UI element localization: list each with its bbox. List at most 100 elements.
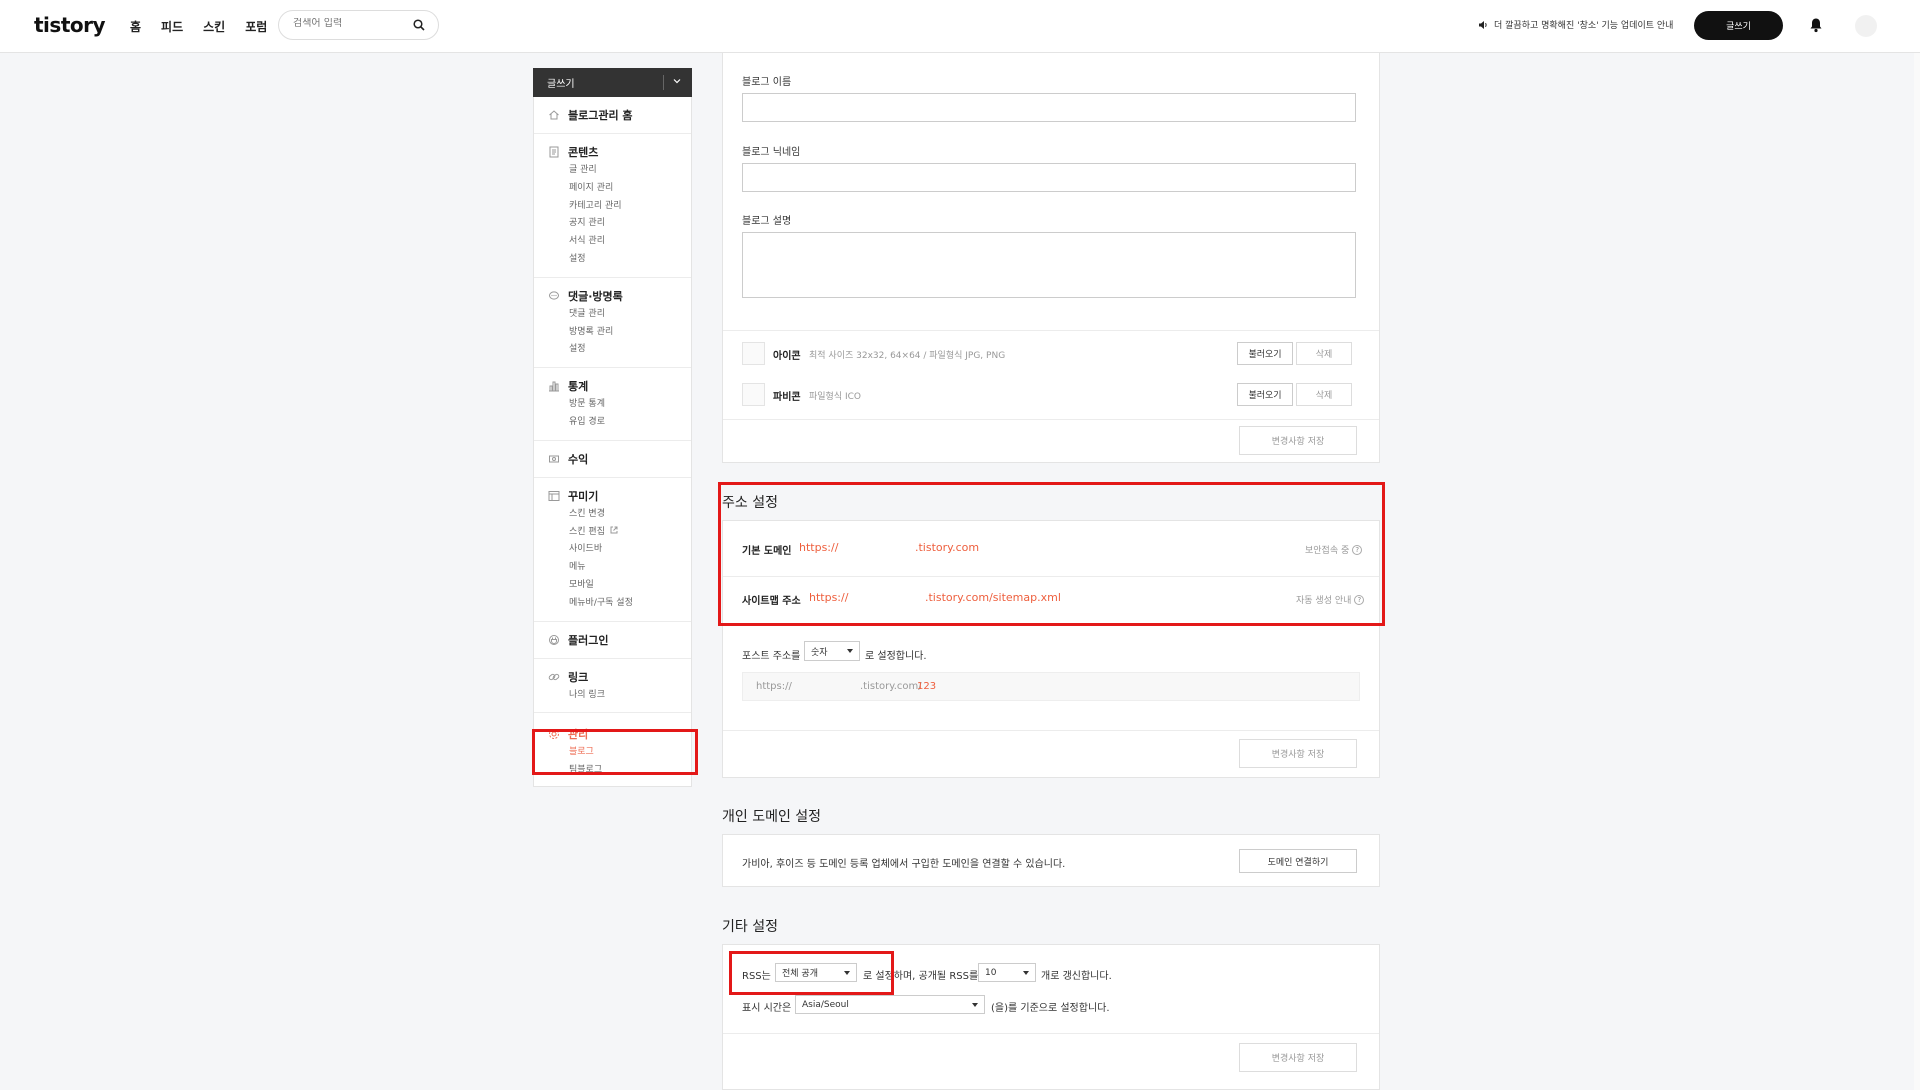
divider xyxy=(663,75,664,90)
highlight-box-address xyxy=(718,482,1385,626)
highlight-box-rss xyxy=(729,951,894,995)
etc-section-title: 기타 설정 xyxy=(722,919,778,935)
icon-load-button[interactable]: 불러오기 xyxy=(1237,342,1293,365)
timezone-suffix: (을)를 기준으로 설정합니다. xyxy=(991,1003,1110,1014)
custom-domain-card: 가비아, 후이즈 등 도메인 등록 업체에서 구입한 도메인을 연결할 수 있습… xyxy=(722,834,1380,887)
timezone-value: Asia/Seoul xyxy=(802,999,849,1010)
sidebar-item-decorate[interactable]: 꾸미기 xyxy=(534,488,691,504)
sidebar-item-revenue[interactable]: 수익 xyxy=(534,451,691,467)
blog-description-textarea[interactable] xyxy=(742,232,1356,298)
sidebar-sub-skin-change[interactable]: 스킨 변경 xyxy=(534,506,691,524)
icon-delete-button[interactable]: 삭제 xyxy=(1296,342,1352,365)
sidebar-sub-skin-edit[interactable]: 스킨 편집 xyxy=(534,524,691,542)
favicon-delete-button[interactable]: 삭제 xyxy=(1296,383,1352,406)
post-address-example: https:// .tistory.com/ 123 xyxy=(742,672,1360,701)
update-notice[interactable]: 더 깔끔하고 명확해진 '창소' 기능 업데이트 안내 xyxy=(1478,18,1673,31)
sidebar-group-comments: 댓글·방명록 댓글 관리 방명록 관리 설정 xyxy=(534,278,691,369)
sidebar-item-stats[interactable]: 통계 xyxy=(534,378,691,394)
example-post-id: 123 xyxy=(917,681,937,692)
address-save-button[interactable]: 변경사항 저장 xyxy=(1239,739,1357,768)
sidebar-item-label: 플러그인 xyxy=(568,633,609,647)
nav-home[interactable]: 홈 xyxy=(130,18,141,35)
bell-icon[interactable] xyxy=(1809,17,1823,33)
sidebar-write-button[interactable]: 글쓰기 xyxy=(533,68,692,97)
blog-nickname-input[interactable] xyxy=(742,163,1356,192)
sidebar-sub-menu[interactable]: 메뉴 xyxy=(534,559,691,577)
highlight-box-manage xyxy=(532,729,698,775)
sidebar-sub-my-link[interactable]: 나의 링크 xyxy=(534,687,691,705)
sidebar-sub-notices[interactable]: 공지 관리 xyxy=(534,215,691,233)
divider xyxy=(723,730,1379,731)
blog-info-card: 블로그 이름 블로그 닉네임 블로그 설명 아이콘 최적 사이즈 32x32, … xyxy=(722,53,1380,463)
sidebar-sub-sidebar[interactable]: 사이드바 xyxy=(534,541,691,559)
sidebar-sub-content-settings[interactable]: 설정 xyxy=(534,251,691,269)
sidebar-menu: 블로그관리 홈 콘텐츠 글 관리 페이지 관리 카테고리 관리 공지 관리 서식… xyxy=(533,97,692,787)
sidebar-item-plugin[interactable]: 플러그인 xyxy=(534,632,691,648)
timezone-label: 표시 시간은 xyxy=(742,1003,792,1014)
sidebar-sub-comment-manage[interactable]: 댓글 관리 xyxy=(534,306,691,324)
caret-down-icon xyxy=(1023,970,1029,975)
sidebar-sub-skin-edit-label: 스킨 편집 xyxy=(569,526,605,537)
avatar[interactable] xyxy=(1855,15,1877,37)
sidebar-item-comments[interactable]: 댓글·방명록 xyxy=(534,288,691,304)
scrollbar[interactable] xyxy=(1914,53,1920,1090)
search-box xyxy=(278,10,439,40)
sidebar-sub-posts[interactable]: 글 관리 xyxy=(534,162,691,180)
sidebar-item-label: 수익 xyxy=(568,452,589,466)
blog-description-label: 블로그 설명 xyxy=(742,216,792,227)
etc-save-button[interactable]: 변경사항 저장 xyxy=(1239,1043,1357,1072)
nav-forum[interactable]: 포럼 xyxy=(245,18,267,35)
sidebar-group-link: 링크 나의 링크 xyxy=(534,659,691,714)
sidebar-group-home: 블로그관리 홈 xyxy=(534,97,691,134)
sidebar-group-decorate: 꾸미기 스킨 변경 스킨 편집 사이드바 메뉴 모바일 메뉴바/구독 설정 xyxy=(534,478,691,622)
nav-skin[interactable]: 스킨 xyxy=(203,18,225,35)
revenue-icon xyxy=(549,455,559,463)
sidebar-sub-mobile[interactable]: 모바일 xyxy=(534,577,691,595)
chevron-down-icon[interactable] xyxy=(672,76,682,86)
sidebar-sub-templates[interactable]: 서식 관리 xyxy=(534,233,691,251)
rss-count-select[interactable]: 10 xyxy=(978,963,1036,982)
tistory-logo[interactable]: tistory xyxy=(34,13,106,37)
rss-suffix: 개로 갱신합니다. xyxy=(1041,971,1112,982)
icon-hint: 최적 사이즈 32x32, 64×64 / 파일형식 JPG, PNG xyxy=(809,351,1006,361)
sidebar: 글쓰기 블로그관리 홈 콘텐츠 글 관리 페이지 관리 카테고리 관리 공지 관… xyxy=(533,68,692,787)
blog-info-save-button[interactable]: 변경사항 저장 xyxy=(1239,426,1357,455)
sidebar-item-blog-home[interactable]: 블로그관리 홈 xyxy=(534,107,691,123)
sidebar-item-content[interactable]: 콘텐츠 xyxy=(534,144,691,160)
favicon-preview xyxy=(742,383,765,406)
search-icon[interactable] xyxy=(413,19,425,31)
link-icon xyxy=(548,673,560,680)
caret-down-icon xyxy=(847,649,853,653)
search-input[interactable] xyxy=(293,18,403,29)
nav-feed[interactable]: 피드 xyxy=(161,18,183,35)
connect-domain-button[interactable]: 도메인 연결하기 xyxy=(1239,849,1357,873)
sidebar-sub-referrers[interactable]: 유입 경로 xyxy=(534,414,691,432)
favicon-label: 파비콘 xyxy=(773,392,801,403)
sidebar-item-link[interactable]: 링크 xyxy=(534,669,691,685)
sidebar-sub-comment-settings[interactable]: 설정 xyxy=(534,341,691,359)
sidebar-sub-pages[interactable]: 페이지 관리 xyxy=(534,180,691,198)
sidebar-sub-categories[interactable]: 카테고리 관리 xyxy=(534,198,691,216)
sidebar-sub-visits[interactable]: 방문 통계 xyxy=(534,396,691,414)
icon-label: 아이콘 xyxy=(773,351,801,362)
sidebar-item-label: 댓글·방명록 xyxy=(568,289,623,303)
external-link-icon xyxy=(610,526,618,534)
blog-name-input[interactable] xyxy=(742,93,1356,122)
post-address-select[interactable]: 숫자 xyxy=(804,641,860,661)
divider xyxy=(723,330,1379,331)
sidebar-sub-guestbook[interactable]: 방명록 관리 xyxy=(534,324,691,342)
sidebar-group-stats: 통계 방문 통계 유입 경로 xyxy=(534,368,691,441)
layout-icon xyxy=(548,490,560,501)
write-button[interactable]: 글쓰기 xyxy=(1694,11,1783,40)
sidebar-write-label: 글쓰기 xyxy=(547,79,575,90)
top-bar: tistory 홈 피드 스킨 포럼 더 깔끔하고 명확해진 '창소' 기능 업… xyxy=(0,0,1920,53)
example-prefix: https:// xyxy=(756,681,792,692)
favicon-load-button[interactable]: 불러오기 xyxy=(1237,383,1293,406)
sidebar-item-label: 링크 xyxy=(568,670,589,684)
comment-icon xyxy=(549,291,559,300)
sidebar-item-label: 블로그관리 홈 xyxy=(568,109,633,122)
rss-count-value: 10 xyxy=(985,967,997,978)
favicon-hint: 파일형식 ICO xyxy=(809,392,862,402)
sidebar-sub-menubar[interactable]: 메뉴바/구독 설정 xyxy=(534,595,691,613)
timezone-select[interactable]: Asia/Seoul xyxy=(795,995,985,1014)
